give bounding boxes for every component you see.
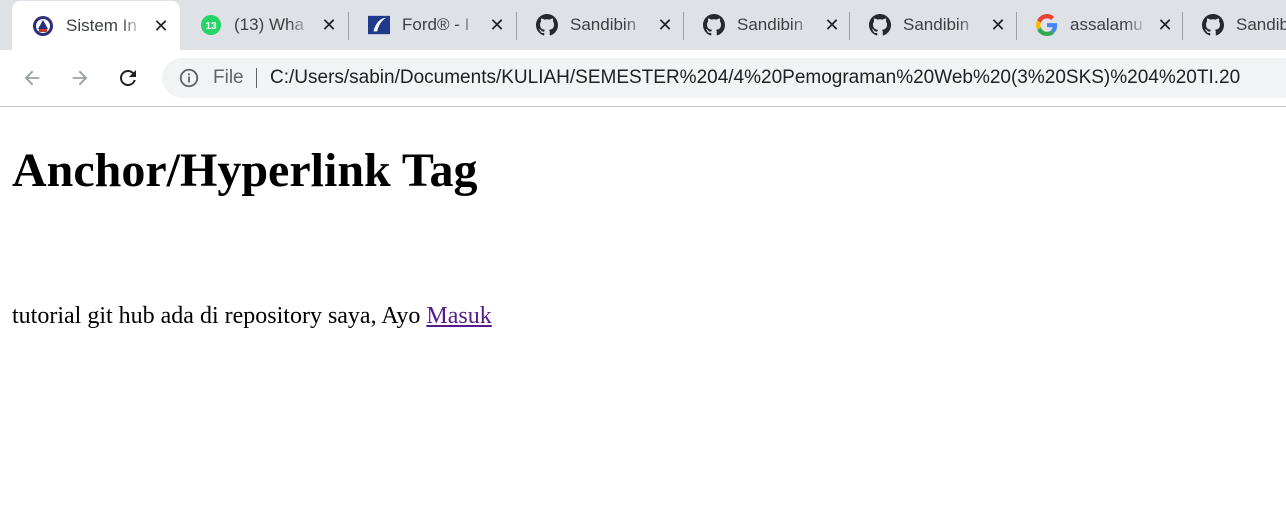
tab-github[interactable]: Sandibin ✕ <box>849 0 1016 50</box>
github-icon <box>1202 14 1224 36</box>
browser-toolbar: File C:/Users/sabin/Documents/KULIAH/SEM… <box>0 50 1286 107</box>
tab-google[interactable]: assalamu ✕ <box>1016 0 1182 50</box>
tab-title: Ford® - I <box>402 15 470 34</box>
github-icon <box>869 14 891 36</box>
tab-title: Sandibin <box>737 15 804 34</box>
close-icon[interactable]: ✕ <box>1154 14 1176 36</box>
tab-title: (13) Wha <box>234 15 304 34</box>
close-icon[interactable]: ✕ <box>821 14 843 36</box>
address-divider <box>256 68 257 88</box>
ford-logo-icon <box>368 14 390 36</box>
tab-badge: 13 <box>205 21 217 32</box>
tab-title: assalamu <box>1070 15 1143 34</box>
scheme-label: File <box>213 67 244 88</box>
back-button[interactable] <box>14 60 50 96</box>
whatsapp-icon: 13 <box>200 14 222 36</box>
tab-github[interactable]: Sandibin ✕ <box>516 0 683 50</box>
reload-icon <box>120 70 136 86</box>
tab-title: Sistem In <box>66 16 137 35</box>
tab-title: Sandib <box>1236 15 1286 34</box>
forward-button[interactable] <box>62 60 98 96</box>
url-text[interactable]: C:/Users/sabin/Documents/KULIAH/SEMESTER… <box>270 67 1240 89</box>
close-icon[interactable]: ✕ <box>150 15 172 37</box>
close-icon[interactable]: ✕ <box>486 14 508 36</box>
close-icon[interactable]: ✕ <box>318 14 340 36</box>
address-bar[interactable]: File C:/Users/sabin/Documents/KULIAH/SEM… <box>162 58 1286 98</box>
page-content: Anchor/Hyperlink Tag tutorial git hub ad… <box>0 107 1286 520</box>
back-arrow-icon <box>24 70 40 86</box>
close-icon[interactable]: ✕ <box>987 14 1009 36</box>
tab-github[interactable]: Sandib <box>1182 0 1286 50</box>
reload-button[interactable] <box>110 60 146 96</box>
paragraph-text: tutorial git hub ada di repository saya,… <box>12 303 427 329</box>
tab-title: Sandibin <box>570 15 637 34</box>
tab-github[interactable]: Sandibin ✕ <box>683 0 849 50</box>
google-icon <box>1036 14 1058 36</box>
body-paragraph: tutorial git hub ada di repository saya,… <box>12 303 492 330</box>
university-logo-icon <box>32 15 54 37</box>
tab-whatsapp[interactable]: 13 (13) Wha ✕ <box>180 0 348 50</box>
page-heading: Anchor/Hyperlink Tag <box>12 144 478 197</box>
tab-strip: Sistem In ✕ 13 (13) Wha ✕ Ford® - I ✕ Sa <box>0 0 1286 50</box>
github-icon <box>536 14 558 36</box>
tab-sistem-informasi[interactable]: Sistem In ✕ <box>12 1 180 50</box>
forward-arrow-icon <box>72 70 88 86</box>
close-icon[interactable]: ✕ <box>654 14 676 36</box>
github-icon <box>703 14 725 36</box>
tab-title: Sandibin <box>903 15 970 34</box>
info-icon[interactable] <box>178 67 200 89</box>
tab-ford[interactable]: Ford® - I ✕ <box>348 0 516 50</box>
masuk-link[interactable]: Masuk <box>426 303 491 329</box>
